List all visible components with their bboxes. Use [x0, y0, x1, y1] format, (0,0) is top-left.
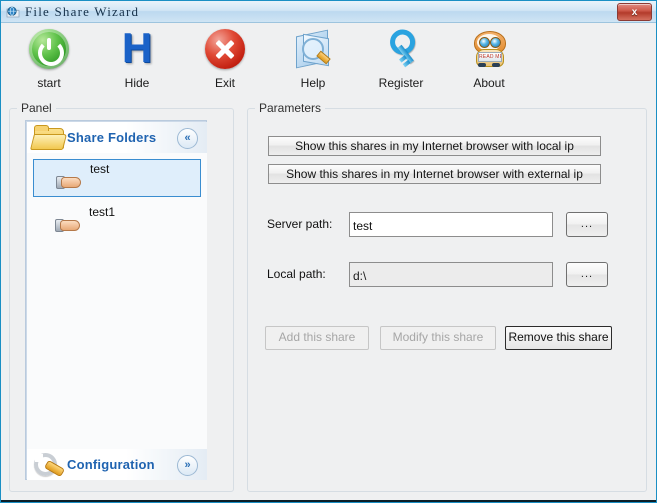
toolbar-label-help: Help	[301, 76, 326, 90]
toolbar-button-register[interactable]: Register	[357, 27, 445, 101]
toolbar-button-hide[interactable]: H Hide	[93, 27, 181, 101]
letter-h-icon: H	[115, 27, 159, 71]
show-shares-local-ip-button[interactable]: Show this shares in my Internet browser …	[268, 136, 601, 156]
close-button[interactable]: x	[617, 3, 652, 21]
local-path-browse-button[interactable]: ...	[566, 262, 608, 287]
power-button-icon	[27, 27, 71, 71]
server-path-input[interactable]	[349, 212, 553, 237]
modify-this-share-button[interactable]: Modify this share	[380, 326, 496, 350]
list-item[interactable]: test1	[33, 203, 201, 241]
toolbar-label-register: Register	[379, 76, 424, 90]
close-icon: x	[632, 7, 638, 18]
app-globe-folder-icon	[6, 5, 20, 19]
window-title: File Share Wizard	[25, 4, 139, 20]
book-magnifier-icon	[291, 27, 335, 71]
title-bar: File Share Wizard x	[1, 1, 656, 23]
toolbar: start H Hide Exit Help Register	[1, 23, 656, 99]
add-this-share-button[interactable]: Add this share	[265, 326, 369, 350]
panel-groupbox-legend: Panel	[17, 101, 56, 115]
toolbar-label-exit: Exit	[215, 76, 235, 90]
red-x-circle-icon	[203, 27, 247, 71]
local-path-label: Local path:	[267, 267, 326, 281]
server-path-label: Server path:	[267, 217, 332, 231]
toolbar-label-start: start	[37, 76, 60, 90]
toolbar-button-help[interactable]: Help	[269, 27, 357, 101]
toolbar-button-start[interactable]: start	[5, 27, 93, 101]
parameters-groupbox-legend: Parameters	[255, 101, 325, 115]
toolbar-label-about: About	[473, 76, 504, 90]
configuration-title: Configuration	[67, 457, 155, 472]
chevron-up-icon[interactable]: «	[177, 128, 198, 149]
pointing-hand-icon	[55, 219, 81, 231]
list-item-label: test	[90, 162, 109, 176]
pointing-hand-icon	[56, 176, 82, 188]
toolbar-button-about[interactable]: READ ME About	[445, 27, 533, 101]
wrench-icon	[33, 452, 65, 478]
key-icon	[379, 27, 423, 71]
toolbar-button-exit[interactable]: Exit	[181, 27, 269, 101]
toolbar-label-hide: Hide	[125, 76, 150, 90]
local-path-input[interactable]	[349, 262, 553, 287]
list-item-label: test1	[89, 205, 115, 219]
app-window: File Share Wizard x start H Hide Exit He…	[0, 0, 657, 503]
owl-readme-icon: READ ME	[467, 27, 511, 71]
chevron-down-icon[interactable]: »	[177, 455, 198, 476]
configuration-section-header[interactable]: Configuration »	[27, 449, 207, 480]
share-folders-section-header[interactable]: Share Folders «	[27, 122, 207, 153]
panel-inner-container: Share Folders « test test1 Configurati	[25, 120, 207, 480]
share-folders-list: test test1	[27, 153, 207, 449]
show-shares-external-ip-button[interactable]: Show this shares in my Internet browser …	[268, 164, 601, 184]
list-item[interactable]: test	[33, 159, 201, 197]
server-path-browse-button[interactable]: ...	[566, 212, 608, 237]
remove-this-share-button[interactable]: Remove this share	[505, 326, 612, 350]
folder-icon	[32, 125, 66, 151]
share-folders-title: Share Folders	[67, 130, 156, 145]
